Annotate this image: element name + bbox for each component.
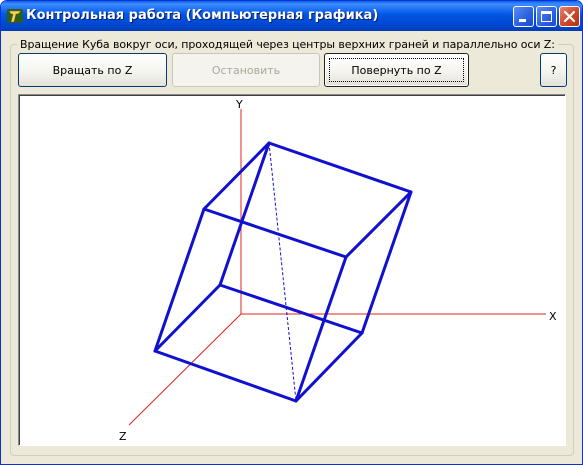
y-axis-label: Y bbox=[235, 98, 243, 111]
cube-edge bbox=[360, 190, 413, 335]
cube-edge bbox=[153, 349, 298, 403]
rotation-axis-dashed bbox=[268, 142, 297, 402]
cube-edge bbox=[202, 207, 348, 259]
x-axis-label: X bbox=[549, 310, 557, 323]
drawing-canvas: X Y Z bbox=[18, 94, 566, 446]
cube-edge bbox=[294, 331, 364, 403]
cube-wireframe bbox=[153, 141, 413, 403]
turn-z-button[interactable]: Повернуть по Z bbox=[324, 53, 469, 87]
cube-edge bbox=[218, 141, 271, 287]
minimize-button[interactable] bbox=[513, 6, 534, 27]
maximize-icon bbox=[541, 11, 552, 22]
maximize-button[interactable] bbox=[536, 6, 557, 27]
turn-z-label: Повернуть по Z bbox=[351, 63, 442, 77]
cube-edge bbox=[294, 255, 348, 403]
close-icon bbox=[563, 10, 576, 23]
rotation-group-label: Вращение Куба вокруг оси, проходящей чер… bbox=[17, 38, 558, 51]
app-icon bbox=[7, 9, 23, 23]
cube-edge bbox=[202, 141, 271, 211]
title-bar[interactable]: Контрольная работа (Компьютерная графика… bbox=[1, 1, 582, 31]
minimize-icon bbox=[519, 19, 526, 22]
cube-edge bbox=[153, 283, 222, 353]
z-axis-line bbox=[128, 313, 242, 426]
rotate-z-button[interactable]: Вращать по Z bbox=[18, 53, 167, 87]
window-title: Контрольная работа (Компьютерная графика… bbox=[26, 8, 379, 23]
cube-edge bbox=[267, 141, 413, 194]
cube-edge bbox=[153, 207, 206, 353]
close-button[interactable] bbox=[559, 6, 580, 27]
main-window: Контрольная работа (Компьютерная графика… bbox=[0, 0, 583, 465]
stop-label: Остановить bbox=[211, 63, 281, 77]
rotate-z-label: Вращать по Z bbox=[52, 63, 133, 77]
stop-button[interactable]: Остановить bbox=[172, 53, 320, 87]
z-axis-label: Z bbox=[119, 430, 127, 443]
help-button[interactable]: ? bbox=[540, 53, 567, 87]
cube-scene: X Y Z bbox=[119, 98, 557, 443]
help-label: ? bbox=[550, 63, 557, 77]
